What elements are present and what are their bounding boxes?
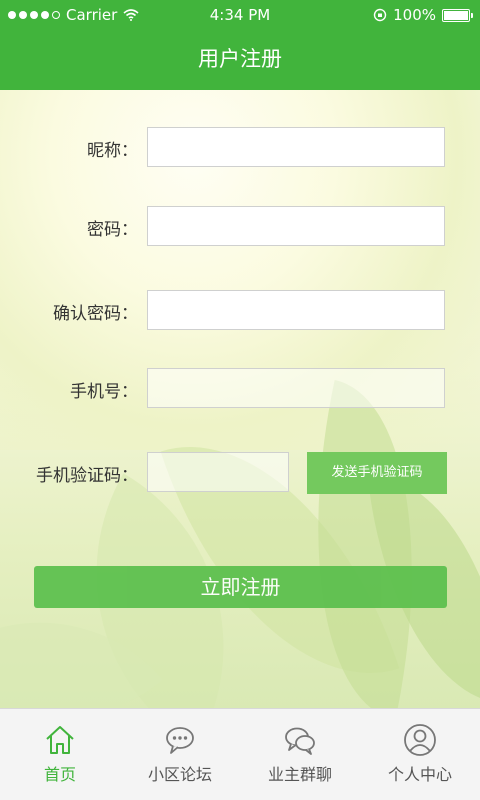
confirm-password-label: 确认密码： xyxy=(53,304,138,324)
tab-group-chat[interactable]: 业主群聊 xyxy=(240,709,360,800)
status-right: 100% xyxy=(373,6,473,24)
chat-bubble-icon xyxy=(166,727,194,754)
tab-forum-label: 小区论坛 xyxy=(147,765,212,784)
confirm-password-row: 确认密码： xyxy=(0,290,480,332)
phone-label: 手机号： xyxy=(70,382,138,402)
send-code-button[interactable]: 发送手机验证码 xyxy=(307,452,447,494)
register-screen: Carrier 4:34 PM 100% 用户注册 昵称： 密码： 确认密码： … xyxy=(0,0,480,800)
verification-code-row: 手机验证码： 发送手机验证码 xyxy=(0,452,480,494)
nickname-row: 昵称： xyxy=(0,127,480,169)
tab-home[interactable]: 首页 xyxy=(0,709,120,800)
confirm-password-input[interactable] xyxy=(147,290,445,330)
register-button[interactable]: 立即注册 xyxy=(34,566,447,608)
tab-profile[interactable]: 个人中心 xyxy=(360,709,480,800)
verification-code-input[interactable] xyxy=(147,452,289,492)
status-bar: Carrier 4:34 PM 100% xyxy=(0,0,480,30)
page-title: 用户注册 xyxy=(0,30,480,90)
phone-input[interactable] xyxy=(147,368,445,408)
bottom-tab-bar: 首页 小区论坛 业主群聊 个人中心 xyxy=(0,708,480,800)
orientation-lock-icon xyxy=(373,8,387,22)
phone-row: 手机号： xyxy=(0,368,480,410)
group-chat-icon xyxy=(285,727,315,755)
password-row: 密码： xyxy=(0,206,480,248)
tab-profile-label: 个人中心 xyxy=(387,765,452,784)
password-label: 密码： xyxy=(87,220,138,240)
battery-icon xyxy=(442,8,473,22)
nickname-input[interactable] xyxy=(147,127,445,167)
home-icon xyxy=(46,726,74,754)
tab-forum[interactable]: 小区论坛 xyxy=(120,709,240,800)
tab-home-label: 首页 xyxy=(43,765,76,784)
password-input[interactable] xyxy=(147,206,445,246)
nickname-label: 昵称： xyxy=(87,141,138,161)
battery-percent: 100% xyxy=(393,6,436,24)
user-icon xyxy=(404,724,436,756)
verification-code-label: 手机验证码： xyxy=(36,466,138,486)
tab-group-chat-label: 业主群聊 xyxy=(267,765,332,784)
